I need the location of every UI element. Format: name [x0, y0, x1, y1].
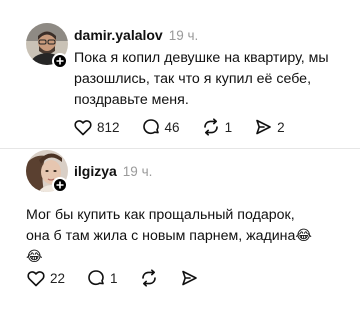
text-line: Пока я копил девушке на квартиру, мы	[74, 50, 329, 66]
send-icon	[254, 118, 272, 136]
text-line: разошлись, так что я купил её себе,	[74, 71, 312, 87]
comment-count: 46	[164, 119, 180, 135]
post-header: damir.yalalov 19 ч.	[74, 27, 198, 43]
heart-icon	[74, 119, 92, 136]
username[interactable]: ilgizya	[74, 163, 117, 179]
like-count: 22	[50, 270, 66, 286]
comment-button[interactable]: 1	[87, 269, 118, 287]
text-line: Мог бы купить как прощальный подарок,	[26, 207, 295, 223]
repost-button[interactable]: 1	[202, 118, 233, 136]
comment-icon	[87, 269, 105, 287]
send-icon	[180, 269, 198, 287]
like-button[interactable]: 812	[74, 119, 120, 136]
share-button[interactable]: 2	[254, 118, 285, 136]
plus-icon	[56, 57, 64, 65]
text-line: поздравьте меня.	[74, 92, 189, 108]
share-button[interactable]	[180, 269, 198, 287]
comment-count: 1	[110, 270, 118, 286]
text-line: 😂	[26, 249, 43, 265]
share-count: 2	[277, 119, 285, 135]
post-damir: damir.yalalov 19 ч. Пока я копил девушке…	[0, 0, 360, 148]
post-actions: 812 46 1 2	[74, 118, 307, 136]
repost-count: 1	[224, 119, 233, 135]
timestamp: 19 ч.	[168, 28, 199, 43]
repost-icon	[140, 269, 158, 287]
like-button[interactable]: 22	[27, 270, 65, 287]
post-header: ilgizya 19 ч.	[74, 163, 152, 179]
post-text: Мог бы купить как прощальный подарок, он…	[26, 205, 312, 268]
timestamp: 19 ч.	[122, 164, 153, 179]
follow-button[interactable]	[52, 177, 68, 193]
heart-icon	[27, 270, 45, 287]
follow-button[interactable]	[52, 53, 68, 69]
username[interactable]: damir.yalalov	[74, 27, 163, 43]
repost-button[interactable]	[140, 269, 158, 287]
repost-icon	[202, 118, 220, 136]
post-actions: 22 1	[27, 269, 220, 287]
like-count: 812	[97, 119, 120, 135]
post-text: Пока я копил девушке на квартиру, мы раз…	[74, 48, 329, 111]
comment-icon	[142, 118, 160, 136]
text-line: она б там жила с новым парнем, жадина😂	[26, 228, 312, 244]
post-ilgizya: ilgizya 19 ч. Мог бы купить как прощальн…	[0, 148, 360, 321]
plus-icon	[56, 181, 64, 189]
comment-button[interactable]: 46	[142, 118, 180, 136]
